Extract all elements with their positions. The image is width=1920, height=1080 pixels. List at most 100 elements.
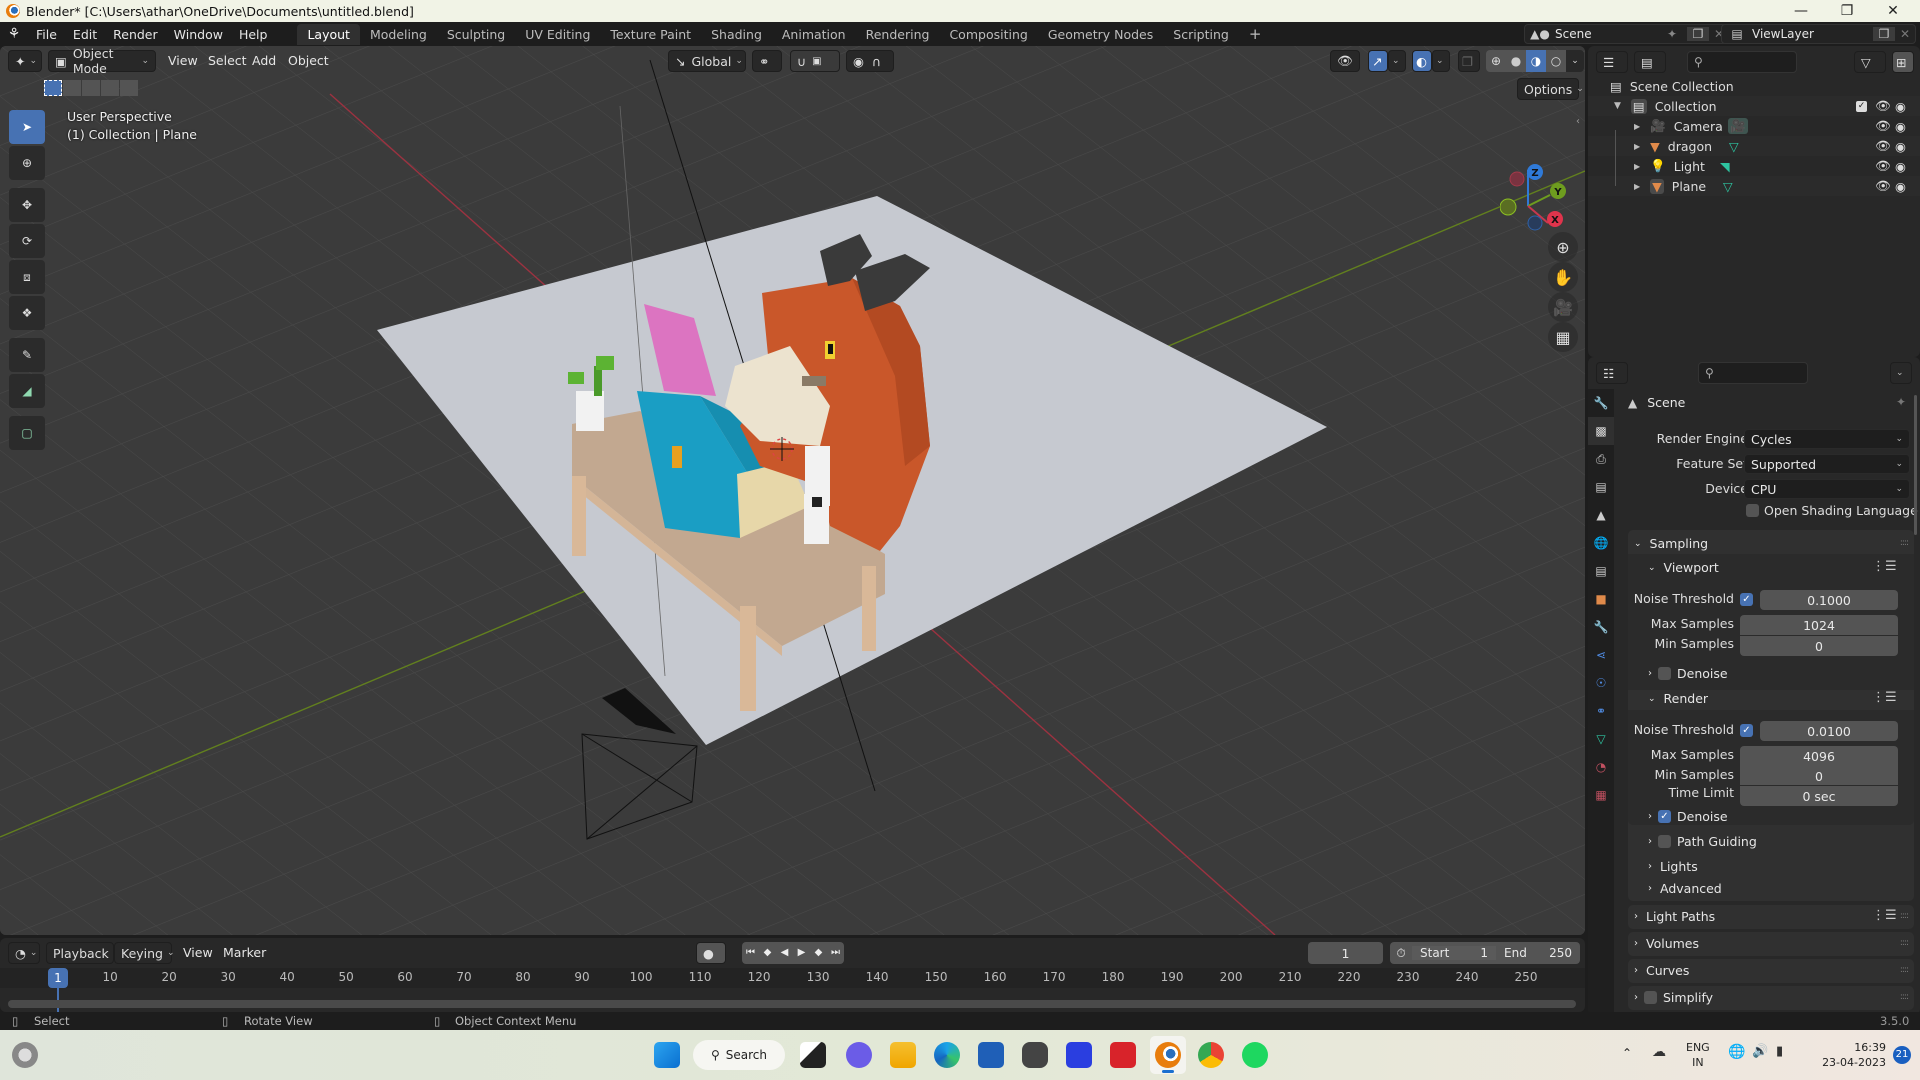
- rendered-shading-button[interactable]: ○: [1546, 50, 1566, 72]
- edge-browser-icon[interactable]: [934, 1042, 960, 1068]
- file-explorer-icon[interactable]: [890, 1042, 916, 1068]
- show-hidden-icons[interactable]: ⌃: [1622, 1046, 1632, 1060]
- menu-edit[interactable]: Edit: [65, 27, 105, 42]
- menu-window[interactable]: Window: [166, 27, 231, 42]
- menu-file[interactable]: File: [28, 27, 65, 42]
- shading-dropdown[interactable]: ⌄: [1566, 50, 1584, 72]
- drag-handle-icon[interactable]: ::::: [1900, 538, 1909, 548]
- cursor-tool[interactable]: ⊕: [9, 146, 45, 180]
- properties-search-input[interactable]: ⚲: [1698, 362, 1808, 384]
- filter-dropdown[interactable]: ▽: [1854, 51, 1886, 73]
- render-max-samples-field[interactable]: 4096: [1740, 746, 1898, 766]
- notification-badge[interactable]: 21: [1893, 1046, 1911, 1064]
- tab-sculpting[interactable]: Sculpting: [437, 24, 515, 45]
- current-frame-field[interactable]: 1: [1308, 942, 1383, 964]
- properties-scrollbar[interactable]: [1914, 395, 1917, 535]
- menu-help[interactable]: Help: [231, 27, 276, 42]
- viewport-noise-threshold-field[interactable]: 0.1000: [1760, 590, 1898, 610]
- drag-handle-icon[interactable]: ::::: [1900, 911, 1909, 921]
- playhead-frame[interactable]: 1: [48, 968, 68, 988]
- render-engine-dropdown[interactable]: Cycles ⌄: [1744, 429, 1910, 449]
- viewport-denoise-row[interactable]: › Denoise: [1648, 666, 1728, 681]
- task-view-icon[interactable]: [800, 1042, 826, 1068]
- tab-data[interactable]: ▽: [1588, 725, 1614, 753]
- prev-keyframe-button[interactable]: ◆: [759, 942, 776, 964]
- weather-widget-icon[interactable]: [12, 1042, 38, 1068]
- blender-menu-icon[interactable]: ⚘: [0, 26, 28, 42]
- select-extend-icon[interactable]: [63, 80, 81, 96]
- tab-geometry-nodes[interactable]: Geometry Nodes: [1038, 24, 1163, 45]
- teams-chat-icon[interactable]: [846, 1042, 872, 1068]
- pin-icon[interactable]: ✦: [1667, 27, 1687, 41]
- clock[interactable]: 16:39 23-04-2023: [1810, 1040, 1886, 1070]
- render-camera-icon[interactable]: ◉: [1895, 179, 1906, 194]
- solid-shading-button[interactable]: ●: [1506, 50, 1526, 72]
- properties-options-dropdown[interactable]: ⌄: [1890, 362, 1912, 384]
- render-denoise-row[interactable]: › ✓ Denoise: [1648, 809, 1728, 824]
- expand-arrow-icon[interactable]: ▶: [1634, 122, 1640, 131]
- annotate-tool[interactable]: ✎: [9, 338, 45, 372]
- measure-tool[interactable]: ◢: [9, 374, 45, 408]
- timeline-editor-type[interactable]: ◔ ⌄: [8, 942, 40, 964]
- network-icon[interactable]: 🌐: [1728, 1044, 1745, 1060]
- minimize-button[interactable]: —: [1778, 0, 1824, 22]
- drag-handle-icon[interactable]: ::::: [1900, 938, 1909, 948]
- tab-render[interactable]: ▩: [1588, 417, 1614, 445]
- epic-games-icon[interactable]: [1022, 1042, 1048, 1068]
- scale-tool[interactable]: ⧈: [9, 260, 45, 294]
- playback-dropdown[interactable]: Playback⌄: [46, 942, 120, 964]
- camera-data-icon[interactable]: 🎥: [1728, 118, 1748, 134]
- tab-texture-paint[interactable]: Texture Paint: [600, 24, 701, 45]
- select-box-tool[interactable]: ➤: [9, 110, 45, 144]
- move-tool[interactable]: ✥: [9, 188, 45, 222]
- mesh-data-icon[interactable]: ▽: [1729, 139, 1739, 154]
- render-min-samples-field[interactable]: 0: [1740, 766, 1898, 786]
- tab-object[interactable]: ■: [1588, 585, 1614, 613]
- visibility-eye-icon[interactable]: 👁: [1875, 178, 1891, 194]
- play-reverse-button[interactable]: ◀: [776, 942, 793, 964]
- viewport-scene[interactable]: [0, 46, 1585, 935]
- tab-layout[interactable]: Layout: [297, 23, 360, 45]
- view-layer-selector[interactable]: ▤ ViewLayer ❐ ✕: [1721, 24, 1916, 44]
- onedrive-icon[interactable]: ☁: [1652, 1044, 1666, 1060]
- mcafee-icon[interactable]: [1110, 1042, 1136, 1068]
- tab-shading[interactable]: Shading: [701, 24, 772, 45]
- presets-list-icon[interactable]: ⋮☰: [1872, 908, 1897, 923]
- presets-list-icon[interactable]: ⋮☰: [1872, 690, 1897, 705]
- viewport-denoise-checkbox[interactable]: [1658, 667, 1671, 680]
- tab-texture[interactable]: ▦: [1588, 781, 1614, 809]
- outliner-item[interactable]: ▶ ▼ dragon ▽ 👁 ◉: [1588, 136, 1920, 156]
- tab-world[interactable]: 🌐: [1588, 529, 1614, 557]
- pivot-point-dropdown[interactable]: ⚭: [752, 50, 782, 72]
- osl-checkbox[interactable]: [1746, 504, 1759, 517]
- render-camera-icon[interactable]: ◉: [1895, 159, 1906, 174]
- osl-checkbox-row[interactable]: Open Shading Language: [1746, 503, 1918, 518]
- zoom-view-button[interactable]: ⊕: [1548, 232, 1578, 262]
- chrome-icon[interactable]: [1198, 1042, 1224, 1068]
- battery-icon[interactable]: ▮: [1776, 1044, 1783, 1059]
- presets-list-icon[interactable]: ⋮☰: [1872, 559, 1897, 574]
- expand-arrow-icon[interactable]: ▶: [1634, 162, 1640, 171]
- light-paths-panel[interactable]: › Light Paths ⋮☰ ::::: [1628, 905, 1914, 929]
- expand-arrow-icon[interactable]: ▼: [1614, 101, 1621, 111]
- tab-tool[interactable]: 🔧: [1588, 389, 1614, 417]
- tab-scripting[interactable]: Scripting: [1163, 24, 1239, 45]
- properties-editor-type[interactable]: ☷: [1596, 362, 1628, 384]
- visibility-eye-icon[interactable]: 👁: [1875, 118, 1891, 134]
- tab-modifiers[interactable]: 🔧: [1588, 613, 1614, 641]
- visibility-eye-icon[interactable]: 👁: [1875, 98, 1891, 114]
- viewport-min-samples-field[interactable]: 0: [1740, 636, 1898, 656]
- tab-rendering[interactable]: Rendering: [856, 24, 940, 45]
- volumes-panel[interactable]: › Volumes ::::: [1628, 932, 1914, 956]
- scene-selector[interactable]: ▲● Scene ✦ ❐ ✕: [1524, 24, 1730, 44]
- camera-view-button[interactable]: 🎥: [1548, 292, 1578, 322]
- select-intersect-icon[interactable]: [120, 80, 138, 96]
- render-denoise-checkbox[interactable]: ✓: [1658, 810, 1671, 823]
- rotate-tool[interactable]: ⟳: [9, 224, 45, 258]
- path-guiding-row[interactable]: › Path Guiding: [1648, 834, 1757, 849]
- select-new-icon[interactable]: [44, 80, 62, 96]
- stopwatch-icon[interactable]: ⏱: [1390, 946, 1412, 961]
- outliner-item[interactable]: ▶ 🎥 Camera 🎥 👁 ◉: [1588, 116, 1920, 136]
- new-collection-button[interactable]: ⊞: [1892, 51, 1914, 73]
- render-subpanel-header[interactable]: ⌄ Render: [1648, 691, 1708, 706]
